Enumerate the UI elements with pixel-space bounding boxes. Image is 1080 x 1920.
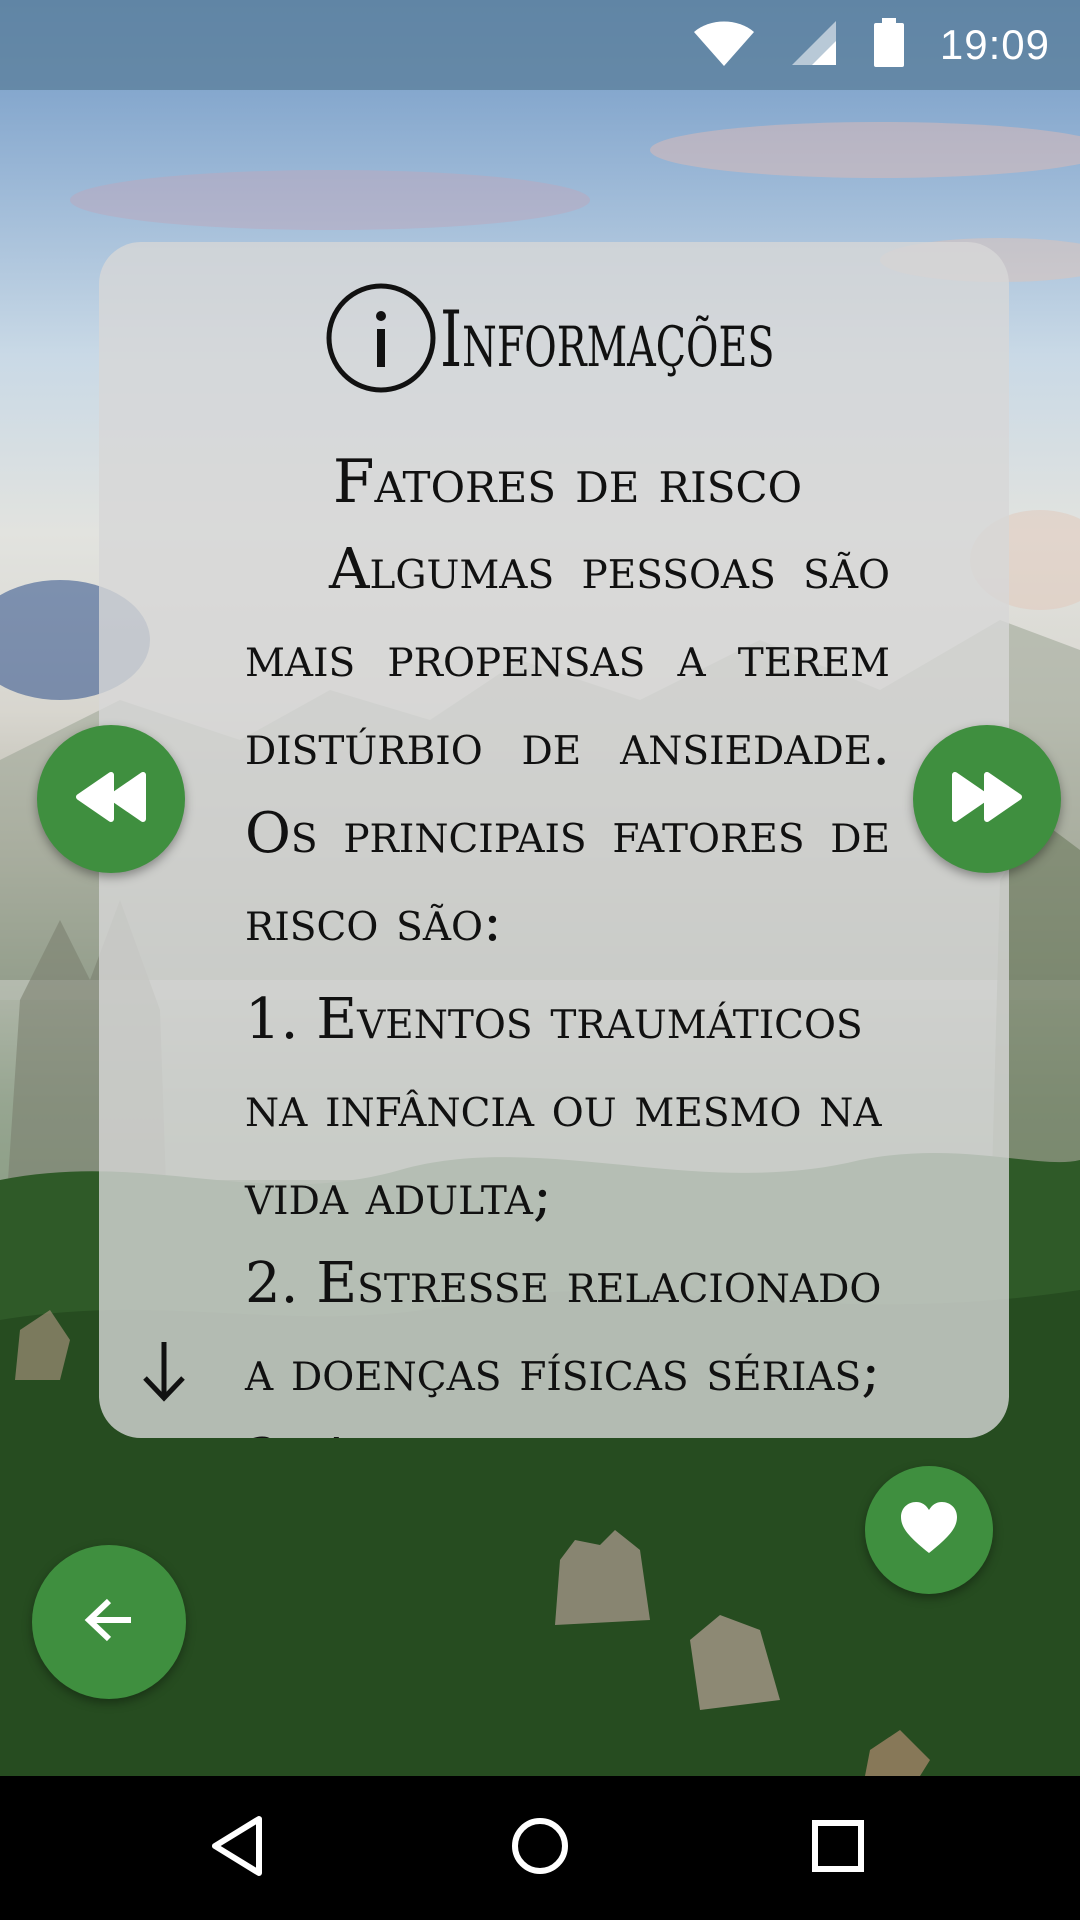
list-item: 2. Estresse relacionado a doenças física… [245, 1251, 882, 1404]
status-bar: 19:09 [0, 0, 1080, 90]
intro-paragraph: Algumas pessoas são mais propensas a ter… [245, 537, 890, 954]
system-navigation-bar [0, 1776, 1080, 1920]
arrow-left-icon [83, 1597, 135, 1647]
risk-factor-list: 1. Eventos traumáticos na infância ou me… [245, 976, 890, 1438]
info-card[interactable]: Informações Fatores de risco Algumas pes… [99, 242, 1009, 1438]
cell-signal-icon [790, 19, 838, 71]
arrow-down-icon [139, 1340, 189, 1402]
nav-back-icon [209, 1815, 265, 1881]
nav-recents-icon [810, 1818, 866, 1878]
list-item: 3. Abuso de substâncias, como [245, 1416, 890, 1438]
info-text-content: Fatores de risco Algumas pessoas são mai… [245, 438, 890, 1438]
info-icon [324, 281, 438, 399]
previous-button[interactable] [37, 725, 185, 873]
battery-icon [872, 18, 906, 72]
section-heading: Fatores de risco [332, 447, 803, 517]
heart-icon [899, 1501, 959, 1559]
card-header: Informações [99, 280, 1009, 400]
back-button[interactable] [32, 1545, 186, 1699]
next-button[interactable] [913, 725, 1061, 873]
nav-home-button[interactable] [490, 1798, 590, 1898]
wifi-icon [692, 18, 756, 72]
app-screen: 19:09 Informações Fatores de risco Algum… [0, 0, 1080, 1920]
page-title: Informações [439, 295, 775, 385]
nav-back-button[interactable] [187, 1798, 287, 1898]
list-item: 1. Eventos traumáticos na infância ou me… [245, 987, 882, 1228]
status-time: 19:09 [939, 21, 1050, 68]
favorite-button[interactable] [865, 1466, 993, 1594]
nav-home-icon [510, 1816, 570, 1880]
rewind-icon [75, 771, 147, 827]
fast-forward-icon [951, 771, 1023, 827]
nav-recents-button[interactable] [788, 1798, 888, 1898]
status-icons: 19:09 [692, 0, 1050, 90]
